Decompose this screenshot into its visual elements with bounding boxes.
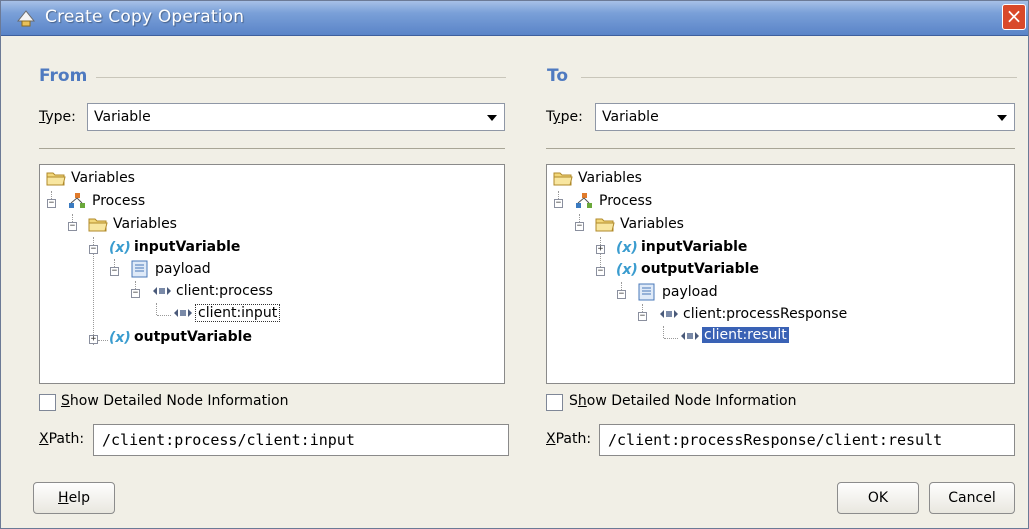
folder-icon xyxy=(553,172,573,186)
svg-text:(x): (x) xyxy=(616,240,638,256)
close-button[interactable]: × xyxy=(1002,4,1026,30)
variable-icon: (x) xyxy=(616,240,638,256)
collapse-toggle[interactable]: − xyxy=(47,199,56,208)
tree-node-label: Variables xyxy=(620,216,684,232)
tree-node-label: client:process xyxy=(176,283,273,299)
from-type-label: Type: xyxy=(39,109,76,125)
svg-text:(x): (x) xyxy=(109,330,131,346)
element-icon xyxy=(153,287,171,295)
process-icon xyxy=(69,193,85,208)
title-bar: Create Copy Operation × xyxy=(1,1,1028,36)
tree-node-label: client:result xyxy=(702,327,789,343)
from-group-title: From xyxy=(39,66,92,86)
tree-node-label: outputVariable xyxy=(641,261,759,277)
collapse-toggle[interactable]: − xyxy=(575,222,584,231)
to-xpath-label: XPath: xyxy=(546,431,592,447)
tree-node-label: Variables xyxy=(113,216,177,232)
from-type-select[interactable]: Variable xyxy=(87,103,505,131)
to-variable-tree[interactable]: Variables − Process − Variables + (x) in… xyxy=(546,164,1015,384)
cancel-button[interactable]: Cancel xyxy=(929,482,1015,514)
tree-node-label: client:processResponse xyxy=(683,306,848,322)
collapse-toggle[interactable]: − xyxy=(554,199,563,208)
to-show-detail-label: Show Detailed Node Information xyxy=(569,393,797,409)
from-show-detail-checkbox[interactable] xyxy=(39,394,56,411)
tree-node-label: Process xyxy=(92,193,146,209)
tree-node-label: payload xyxy=(662,284,718,300)
tree-node-label: Process xyxy=(599,193,653,209)
close-icon: × xyxy=(1005,4,1023,28)
collapse-toggle[interactable]: − xyxy=(89,245,98,254)
from-show-detail-label: Show Detailed Node Information xyxy=(61,393,289,409)
to-xpath-input[interactable]: /client:processResponse/client:result xyxy=(599,424,1015,456)
tree-node-label: outputVariable xyxy=(134,329,252,345)
create-copy-operation-dialog: Create Copy Operation × From Type: Varia… xyxy=(0,0,1029,529)
ok-button[interactable]: OK xyxy=(837,482,919,514)
from-type-value: Variable xyxy=(94,109,151,125)
to-type-select[interactable]: Variable xyxy=(595,103,1015,131)
tree-node-label: Variables xyxy=(578,170,642,186)
collapse-toggle[interactable]: − xyxy=(68,222,77,231)
folder-icon xyxy=(595,218,615,232)
expand-toggle[interactable]: + xyxy=(596,245,605,254)
to-show-detail-checkbox[interactable] xyxy=(546,394,563,411)
svg-text:(x): (x) xyxy=(616,262,638,278)
from-xpath-label: XPath: xyxy=(39,431,85,447)
collapse-toggle[interactable]: − xyxy=(617,290,626,299)
from-xpath-value: /client:process/client:input xyxy=(102,431,355,449)
process-icon xyxy=(576,193,592,208)
to-xpath-value: /client:processResponse/client:result xyxy=(608,431,943,449)
tree-node-label: inputVariable xyxy=(134,239,241,255)
element-icon xyxy=(174,309,192,317)
svg-text:(x): (x) xyxy=(109,240,131,256)
from-xpath-input[interactable]: /client:process/client:input xyxy=(93,424,509,456)
tree-node-label: Variables xyxy=(71,170,135,186)
from-variable-tree[interactable]: Variables − Process − Variables − (x) in… xyxy=(39,164,505,384)
tree-node-label: payload xyxy=(155,261,211,277)
to-separator xyxy=(546,148,1015,149)
to-group-title: To xyxy=(547,66,573,86)
element-icon xyxy=(660,310,678,318)
to-type-label: Type: xyxy=(546,109,583,125)
tree-node-label: client:input xyxy=(195,304,281,322)
variable-icon: (x) xyxy=(109,330,131,346)
payload-icon xyxy=(131,260,148,278)
to-group-line xyxy=(581,77,1017,78)
chevron-down-icon xyxy=(487,115,497,121)
help-button[interactable]: Help xyxy=(33,482,115,514)
collapse-toggle[interactable]: − xyxy=(110,267,119,276)
from-separator xyxy=(39,148,505,149)
collapse-toggle[interactable]: − xyxy=(638,312,647,321)
folder-icon xyxy=(88,218,108,232)
dialog-title: Create Copy Operation xyxy=(45,7,245,27)
element-icon xyxy=(681,332,699,340)
collapse-toggle[interactable]: − xyxy=(596,267,605,276)
collapse-toggle[interactable]: − xyxy=(131,289,140,298)
variable-icon: (x) xyxy=(109,240,131,256)
to-type-value: Variable xyxy=(602,109,659,125)
expand-toggle[interactable]: + xyxy=(89,335,98,344)
payload-icon xyxy=(638,283,655,301)
tree-node-label: inputVariable xyxy=(641,239,748,255)
chevron-down-icon xyxy=(997,115,1007,121)
from-group-line xyxy=(96,77,506,78)
folder-icon xyxy=(46,172,66,186)
copy-operation-icon xyxy=(16,10,36,27)
variable-icon: (x) xyxy=(616,262,638,278)
